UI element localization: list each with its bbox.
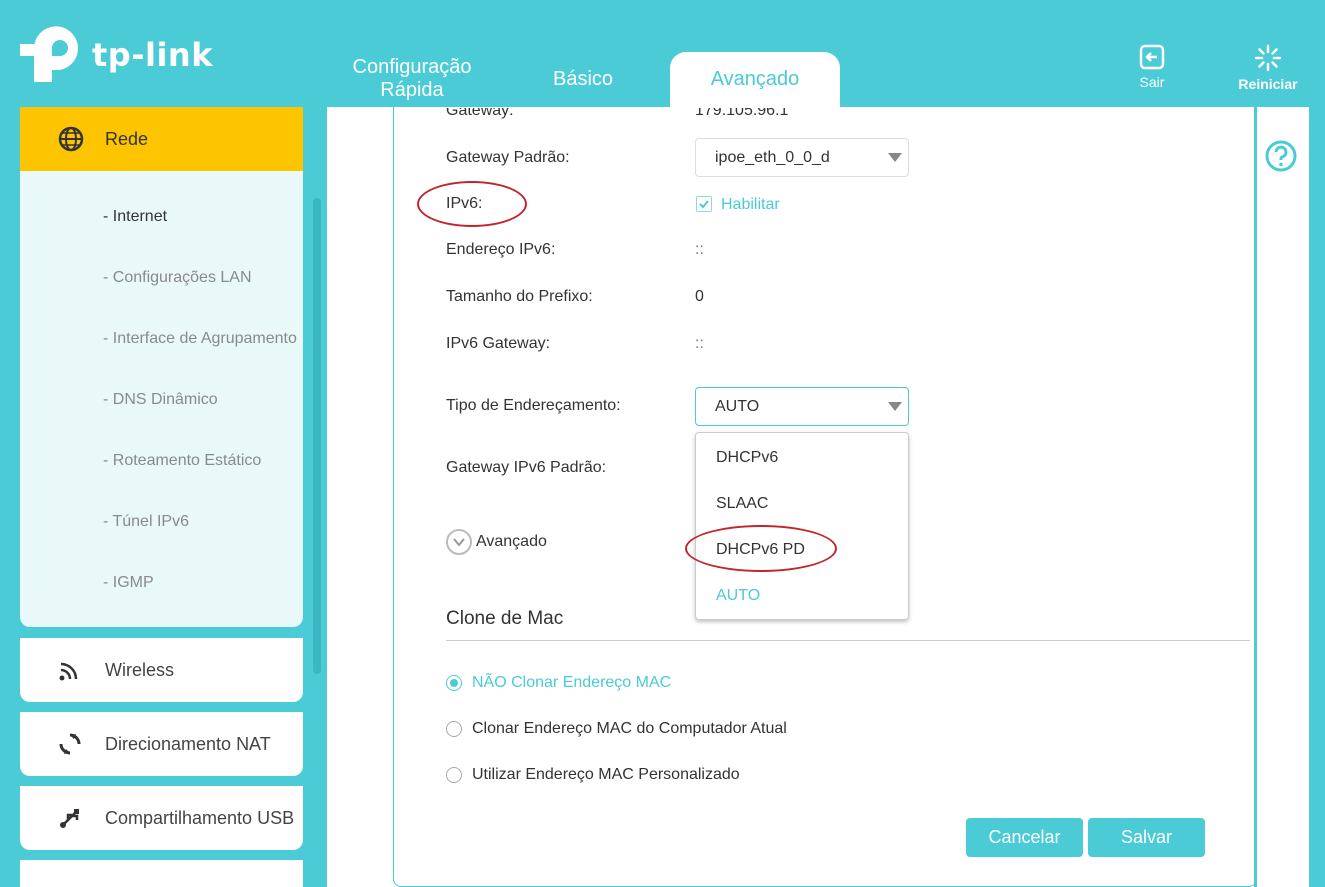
sidebar-rede-submenu (20, 107, 303, 627)
ipv6-address-label: Endereço IPv6: (446, 241, 556, 258)
reboot-label: Reiniciar (1238, 76, 1298, 92)
option-dhcpv6[interactable]: DHCPv6 (716, 449, 778, 467)
tab-quick-setup[interactable]: Configuração Rápida (340, 56, 484, 102)
radio-clone-current-label[interactable]: Clonar Endereço MAC do Computador Atual (472, 720, 787, 738)
reboot-icon (1254, 44, 1282, 72)
addressing-type-label: Tipo de Endereçamento: (446, 397, 621, 414)
ipv6-enable-label[interactable]: Habilitar (721, 196, 780, 214)
ipv6-gateway-value: :: (695, 335, 704, 352)
sidebar-scrollbar[interactable] (313, 198, 321, 674)
sidebar-item-usb-label: Compartilhamento USB (105, 808, 295, 828)
prefix-length-value: 0 (695, 288, 704, 305)
sidebar-sub-igmp[interactable]: - IGMP (103, 574, 154, 592)
logout-icon (1139, 44, 1165, 70)
tab-advanced[interactable]: Avançado (670, 52, 840, 108)
mac-clone-title: Clone de Mac (446, 608, 564, 629)
nat-forwarding-icon (59, 733, 81, 755)
gateway-label: Gateway: (446, 102, 514, 119)
option-slaac[interactable]: SLAAC (716, 495, 768, 513)
default-gateway-label: Gateway Padrão: (446, 149, 570, 166)
sidebar-item-next[interactable] (20, 860, 303, 887)
default-gateway-value: ipoe_eth_0_0_d (715, 149, 830, 166)
sidebar-sub-lan[interactable]: - Configurações LAN (103, 269, 252, 287)
sidebar-item-nat[interactable]: Direcionamento NAT (20, 712, 303, 776)
radio-clone-current[interactable] (446, 721, 462, 737)
addressing-type-dropdown: DHCPv6 SLAAC DHCPv6 PD AUTO (695, 432, 909, 620)
addressing-type-select[interactable]: AUTO (695, 387, 909, 426)
chevron-down-icon (446, 529, 472, 555)
chevron-down-icon (888, 402, 902, 411)
tab-quick-setup-line2: Rápida (380, 79, 444, 101)
annotation-ellipse-dhcpv6-pd (685, 525, 837, 572)
sidebar-item-wireless-label: Wireless (105, 660, 175, 680)
globe-icon (58, 126, 84, 152)
tab-basic[interactable]: Básico (530, 68, 636, 91)
option-auto[interactable]: AUTO (716, 587, 760, 605)
default-gateway-select[interactable]: ipoe_eth_0_0_d (695, 138, 909, 177)
sidebar-sub-internet[interactable]: - Internet (103, 208, 167, 226)
sidebar-item-rede-label: Rede (105, 129, 149, 149)
check-icon (699, 200, 709, 209)
tab-quick-setup-line1: Configuração (352, 56, 472, 78)
cancel-button[interactable]: Cancelar (966, 818, 1083, 857)
exit-label: Sair (1139, 74, 1165, 90)
chevron-down-icon (888, 153, 902, 162)
ipv6-address-value: :: (695, 241, 704, 258)
radio-custom-mac[interactable] (446, 767, 462, 783)
exit-button[interactable]: Sair (1130, 44, 1174, 90)
ipv6-default-gateway-label: Gateway IPv6 Padrão: (446, 459, 607, 476)
radio-no-clone[interactable] (446, 675, 462, 691)
prefix-length-label: Tamanho do Prefixo: (446, 288, 593, 305)
radio-no-clone-label[interactable]: NÃO Clonar Endereço MAC (472, 674, 671, 692)
addressing-type-value: AUTO (715, 398, 760, 415)
sidebar-sub-ddns[interactable]: - DNS Dinâmico (103, 391, 218, 409)
sidebar-item-nat-label: Direcionamento NAT (105, 734, 271, 754)
section-divider (446, 640, 1250, 641)
logo-text: tp-link (92, 36, 213, 74)
sidebar-sub-static-routing[interactable]: - Roteamento Estático (103, 452, 261, 470)
sidebar-item-usb[interactable]: Compartilhamento USB (20, 786, 303, 850)
help-icon[interactable] (1264, 139, 1298, 173)
ipv6-gateway-label: IPv6 Gateway: (446, 335, 551, 352)
usb-icon (60, 809, 79, 828)
ipv6-enable-checkbox[interactable] (696, 196, 712, 212)
advanced-toggle-label: Avançado (476, 533, 547, 550)
wireless-icon (59, 662, 78, 681)
tp-link-logo-icon (20, 26, 78, 82)
sidebar-sub-ipv6-tunnel[interactable]: - Túnel IPv6 (103, 513, 189, 531)
help-panel (1257, 107, 1309, 887)
sidebar-item-wireless[interactable]: Wireless (20, 638, 303, 702)
save-button[interactable]: Salvar (1088, 818, 1205, 857)
sidebar-sub-grouping[interactable]: - Interface de Agrupamento (103, 330, 297, 348)
radio-custom-mac-label[interactable]: Utilizar Endereço MAC Personalizado (472, 766, 740, 784)
annotation-ellipse-ipv6 (417, 181, 527, 227)
reboot-button[interactable]: Reiniciar (1230, 44, 1306, 92)
sidebar-item-rede[interactable]: Rede (20, 107, 303, 171)
